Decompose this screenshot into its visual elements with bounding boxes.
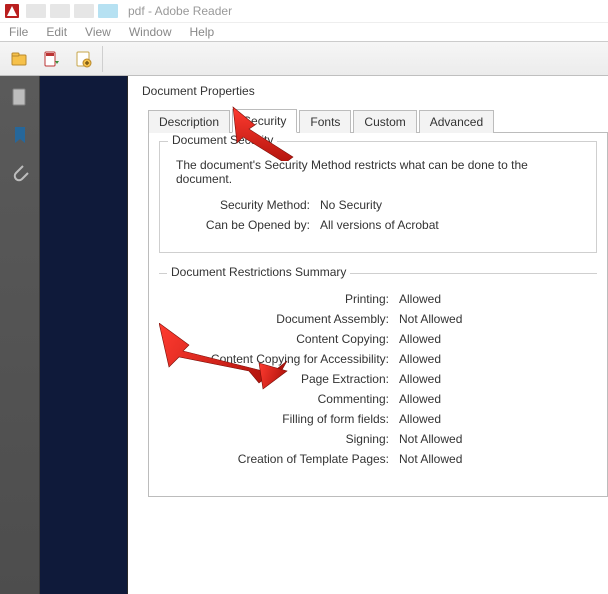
create-pdf-button[interactable] [70,46,96,72]
restriction-value: Allowed [399,392,441,406]
document-area [40,76,128,594]
restriction-value: Allowed [399,332,441,346]
window-title: pdf - Adobe Reader [128,4,232,18]
menu-file[interactable]: File [0,23,37,41]
restriction-value: Allowed [399,352,441,366]
tabs-row: Description Security Fonts Custom Advanc… [148,108,608,133]
document-restrictions-group: Document Restrictions Summary Printing: … [159,273,597,466]
attachment-icon[interactable] [9,162,31,184]
menu-bar: File Edit View Window Help [0,22,608,42]
page-thumb [98,4,118,18]
export-pdf-button[interactable] [38,46,64,72]
restriction-row: Signing: Not Allowed [169,432,587,446]
bookmark-icon[interactable] [9,124,31,146]
restriction-label: Commenting: [169,392,399,406]
left-sidebar [0,76,40,594]
document-properties-panel: Document Properties Description Security… [128,76,608,594]
menu-help[interactable]: Help [181,23,224,41]
page-thumbnails-icon[interactable] [9,86,31,108]
page-thumb [26,4,46,18]
tab-fonts[interactable]: Fonts [299,110,351,133]
toolbar [0,42,608,76]
restriction-row: Content Copying for Accessibility: Allow… [169,352,587,366]
restriction-row: Printing: Allowed [169,292,587,306]
page-thumb [74,4,94,18]
toolbar-divider [102,46,103,72]
page-thumb [50,4,70,18]
group-title: Document Restrictions Summary [167,265,350,279]
restriction-value: Allowed [399,292,441,306]
menu-edit[interactable]: Edit [37,23,76,41]
restriction-value: Allowed [399,412,441,426]
restriction-row: Page Extraction: Allowed [169,372,587,386]
opened-by-label: Can be Opened by: [170,218,320,232]
opened-by-row: Can be Opened by: All versions of Acroba… [170,218,586,232]
menu-view[interactable]: View [76,23,120,41]
panel-title: Document Properties [142,84,608,98]
restriction-value: Allowed [399,372,441,386]
security-description: The document's Security Method restricts… [176,158,586,186]
tab-content: Document Security The document's Securit… [148,133,608,497]
open-file-button[interactable] [6,46,32,72]
adobe-reader-icon [4,3,20,19]
tab-description[interactable]: Description [148,110,230,133]
title-bar: pdf - Adobe Reader [0,0,608,22]
security-method-label: Security Method: [170,198,320,212]
tab-custom[interactable]: Custom [353,110,416,133]
security-method-value: No Security [320,198,382,212]
document-security-group: Document Security The document's Securit… [159,141,597,253]
security-method-row: Security Method: No Security [170,198,586,212]
restriction-row: Commenting: Allowed [169,392,587,406]
restriction-label: Creation of Template Pages: [169,452,399,466]
restriction-label: Page Extraction: [169,372,399,386]
restriction-label: Content Copying for Accessibility: [169,352,399,366]
restriction-row: Filling of form fields: Allowed [169,412,587,426]
restriction-row: Document Assembly: Not Allowed [169,312,587,326]
tab-advanced[interactable]: Advanced [419,110,494,133]
restriction-row: Content Copying: Allowed [169,332,587,346]
restriction-value: Not Allowed [399,452,462,466]
restriction-label: Printing: [169,292,399,306]
restriction-label: Signing: [169,432,399,446]
tab-security[interactable]: Security [232,109,297,133]
restriction-label: Content Copying: [169,332,399,346]
menu-window[interactable]: Window [120,23,181,41]
opened-by-value: All versions of Acrobat [320,218,439,232]
restriction-label: Filling of form fields: [169,412,399,426]
restriction-value: Not Allowed [399,312,462,326]
restriction-row: Creation of Template Pages: Not Allowed [169,452,587,466]
restriction-value: Not Allowed [399,432,462,446]
restriction-label: Document Assembly: [169,312,399,326]
group-title: Document Security [168,133,277,147]
